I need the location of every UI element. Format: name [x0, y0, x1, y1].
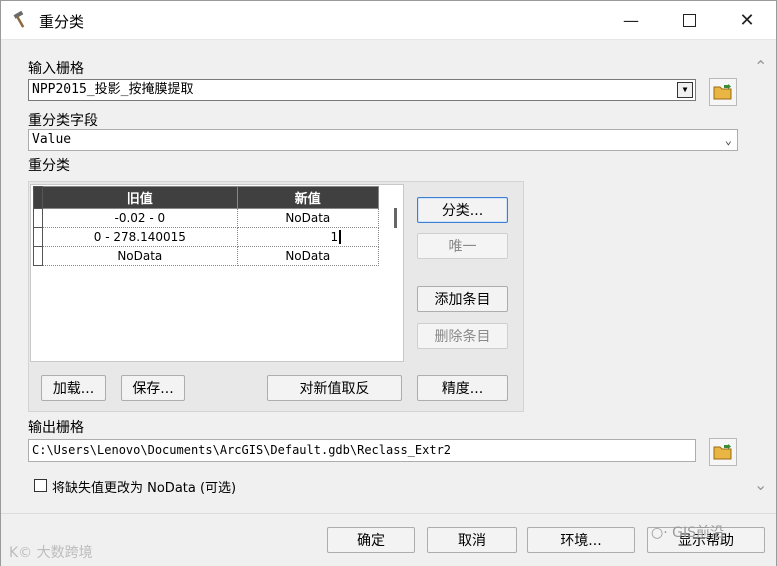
- old-value-cell[interactable]: 0 - 278.140015: [42, 227, 238, 247]
- output-raster-browse-button[interactable]: [709, 438, 737, 466]
- table-scrollbar[interactable]: [393, 190, 401, 358]
- table-row[interactable]: -0.02 - 0 NoData: [33, 208, 380, 228]
- input-raster-combo[interactable]: NPP2015_投影_按掩膜提取 ▼: [28, 79, 696, 101]
- table-row[interactable]: 0 - 278.140015 1: [33, 227, 380, 247]
- reclass-table: 旧值 新值 -0.02 - 0 NoData 0 - 278.140015 1 …: [33, 186, 380, 266]
- classify-button[interactable]: 分类...: [417, 197, 508, 223]
- reclass-table-box: 旧值 新值 -0.02 - 0 NoData 0 - 278.140015 1 …: [30, 184, 404, 362]
- reclass-field-select[interactable]: Value ⌄: [28, 129, 738, 151]
- maximize-button[interactable]: [660, 1, 718, 39]
- folder-icon: [713, 84, 732, 100]
- save-button[interactable]: 保存...: [121, 375, 185, 401]
- table-row[interactable]: NoData NoData: [33, 246, 380, 266]
- output-raster-value: C:\Users\Lenovo\Documents\ArcGIS\Default…: [32, 443, 452, 457]
- old-value-cell[interactable]: NoData: [42, 246, 238, 266]
- hammer-icon: [13, 10, 25, 28]
- new-value-cell[interactable]: 1: [236, 227, 380, 247]
- delete-entry-button[interactable]: 删除条目: [417, 323, 508, 349]
- watermark-left-text: 大数跨境: [36, 545, 93, 561]
- new-value-edit[interactable]: 1: [330, 230, 338, 244]
- missing-to-nodata-checkbox[interactable]: [34, 479, 47, 492]
- row-header[interactable]: [33, 246, 43, 266]
- precision-button[interactable]: 精度...: [417, 375, 508, 401]
- load-button[interactable]: 加载...: [41, 375, 106, 401]
- ok-button[interactable]: 确定: [327, 527, 415, 553]
- watermark-left: K© 大数跨境: [9, 542, 93, 562]
- reclassify-dialog: 重分类 — ✕ 输入栅格 NPP2015_投影_按掩膜提取 ▼ 重分类字段 Va…: [0, 0, 777, 566]
- new-value-cell[interactable]: NoData: [236, 246, 380, 266]
- row-header[interactable]: [33, 227, 43, 247]
- new-value-cell[interactable]: NoData: [236, 208, 380, 228]
- output-raster-label: 输出栅格: [28, 420, 84, 436]
- reverse-new-values-button[interactable]: 对新值取反: [267, 375, 402, 401]
- old-value-cell[interactable]: -0.02 - 0: [42, 208, 238, 228]
- reclass-field-label: 重分类字段: [28, 113, 98, 129]
- folder-icon: [713, 444, 732, 460]
- table-header-row: 旧值 新值: [33, 186, 380, 209]
- title-bar: 重分类 — ✕: [1, 1, 776, 40]
- reclass-field-value: Value: [32, 132, 72, 147]
- environments-button[interactable]: 环境...: [527, 527, 635, 553]
- watermark-right: ○· GIS前沿: [651, 522, 724, 542]
- output-raster-field[interactable]: C:\Users\Lenovo\Documents\ArcGIS\Default…: [28, 439, 696, 462]
- input-raster-label: 输入栅格: [28, 61, 84, 77]
- minimize-button[interactable]: —: [602, 1, 660, 39]
- cancel-button[interactable]: 取消: [427, 527, 517, 553]
- input-raster-value: NPP2015_投影_按掩膜提取: [32, 82, 194, 97]
- reclassification-label: 重分类: [28, 158, 70, 174]
- column-header-new[interactable]: 新值: [236, 186, 380, 209]
- add-entry-button[interactable]: 添加条目: [417, 286, 508, 312]
- minimize-icon: —: [623, 10, 639, 30]
- window-title: 重分类: [39, 13, 85, 31]
- dialog-scrollbar[interactable]: ⌃ ⌄: [751, 57, 773, 497]
- dropdown-arrow-icon[interactable]: ▼: [677, 82, 693, 98]
- column-header-old[interactable]: 旧值: [42, 186, 238, 209]
- unique-button[interactable]: 唯一: [417, 233, 508, 259]
- close-button[interactable]: ✕: [718, 1, 776, 39]
- wechat-icon: ○·: [651, 525, 668, 541]
- scroll-up-icon[interactable]: ⌃: [754, 57, 767, 76]
- text-cursor: [339, 230, 342, 245]
- chevron-down-icon: ⌄: [724, 133, 732, 147]
- close-icon: ✕: [739, 9, 755, 31]
- maximize-icon: [682, 13, 696, 27]
- missing-to-nodata-label: 将缺失值更改为 NoData (可选): [52, 481, 237, 496]
- scroll-down-icon[interactable]: ⌄: [754, 475, 767, 494]
- row-header[interactable]: [33, 208, 43, 228]
- row-header-corner: [33, 186, 43, 209]
- scrollbar-thumb[interactable]: [394, 208, 397, 228]
- watermark-logo-icon: K©: [9, 545, 33, 561]
- watermark-right-text: GIS前沿: [672, 525, 724, 541]
- input-raster-browse-button[interactable]: [709, 78, 737, 106]
